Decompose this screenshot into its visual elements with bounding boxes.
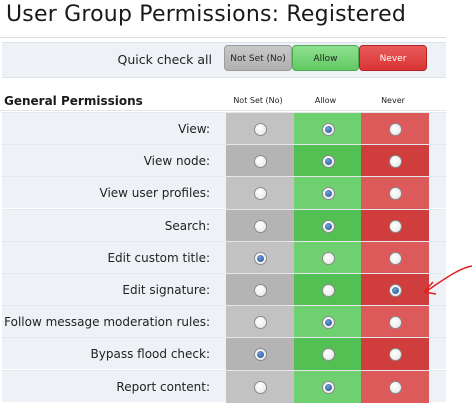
- cell-never: [361, 210, 429, 242]
- permission-label: Report content:: [116, 380, 210, 394]
- permission-row: Edit signature:: [2, 273, 446, 306]
- permission-label: Follow message moderation rules:: [4, 315, 210, 329]
- radio-allow[interactable]: [321, 252, 335, 265]
- radio-allow[interactable]: [321, 381, 335, 394]
- cell-allow: [294, 338, 361, 370]
- cell-never: [361, 177, 429, 209]
- radio-not-set[interactable]: [254, 381, 267, 394]
- radio-allow[interactable]: [321, 284, 335, 297]
- permission-row: View node:: [2, 144, 446, 177]
- cell-allow: [294, 274, 361, 306]
- cell-never: [361, 306, 429, 338]
- cell-allow: [294, 177, 361, 209]
- permission-row: Follow message moderation rules:: [2, 305, 446, 338]
- permission-label: Edit custom title:: [107, 251, 210, 265]
- page-title: User Group Permissions: Registered: [6, 2, 407, 27]
- cell-never: [361, 242, 429, 274]
- permission-row: Report content:: [2, 370, 446, 403]
- radio-not-set[interactable]: [254, 220, 267, 233]
- quick-check-allow-button[interactable]: Allow: [292, 45, 359, 71]
- permission-row: Edit custom title:: [2, 241, 446, 274]
- radio-never[interactable]: [389, 348, 402, 361]
- column-header-allow: Allow: [314, 96, 337, 105]
- cell-not-set: [226, 177, 294, 209]
- radio-not-set[interactable]: [254, 316, 267, 329]
- section-title: General Permissions: [4, 94, 143, 108]
- cell-allow: [294, 371, 361, 403]
- cell-allow: [294, 113, 361, 145]
- cell-never: [361, 145, 429, 177]
- column-header-not-set: Not Set (No): [233, 96, 283, 105]
- radio-not-set[interactable]: [254, 187, 267, 200]
- permission-label: View user profiles:: [99, 186, 210, 200]
- cell-allow: [294, 145, 361, 177]
- cell-never: [361, 113, 429, 145]
- permission-label: View:: [178, 122, 210, 136]
- radio-not-set[interactable]: [254, 123, 267, 136]
- permission-row: Bypass flood check:: [2, 337, 446, 370]
- permission-label: Edit signature:: [122, 283, 210, 297]
- radio-not-set[interactable]: [254, 284, 267, 297]
- cell-never: [361, 274, 429, 306]
- radio-allow[interactable]: [321, 155, 335, 168]
- radio-not-set[interactable]: [254, 155, 267, 168]
- cell-not-set: [226, 113, 294, 145]
- radio-not-set[interactable]: [254, 348, 267, 361]
- permission-label: View node:: [143, 154, 210, 168]
- cell-never: [361, 338, 429, 370]
- radio-never[interactable]: [389, 381, 402, 394]
- radio-never[interactable]: [389, 220, 402, 233]
- permission-label: Search:: [164, 219, 210, 233]
- cell-not-set: [226, 210, 294, 242]
- permission-row: View:: [2, 112, 446, 145]
- column-header-never: Never: [381, 96, 405, 105]
- radio-allow[interactable]: [321, 220, 335, 233]
- quick-check-label: Quick check all: [117, 52, 213, 67]
- radio-never[interactable]: [389, 187, 402, 200]
- radio-allow[interactable]: [321, 123, 335, 136]
- cell-allow: [294, 306, 361, 338]
- cell-not-set: [226, 306, 294, 338]
- radio-allow[interactable]: [321, 187, 335, 200]
- cell-not-set: [226, 338, 294, 370]
- cell-not-set: [226, 145, 294, 177]
- section-divider: [0, 110, 446, 111]
- quick-check-never-button[interactable]: Never: [359, 45, 427, 71]
- radio-never[interactable]: [389, 155, 402, 168]
- radio-allow[interactable]: [321, 348, 335, 361]
- quick-check-not-set-button[interactable]: Not Set (No): [224, 45, 292, 71]
- radio-never[interactable]: [389, 252, 402, 265]
- red-arrow-annotation: [423, 265, 473, 295]
- permission-row: View user profiles:: [2, 176, 446, 209]
- cell-allow: [294, 242, 361, 274]
- cell-never: [361, 371, 429, 403]
- cell-not-set: [226, 242, 294, 274]
- radio-allow[interactable]: [321, 316, 335, 329]
- permission-label: Bypass flood check:: [90, 347, 210, 361]
- cell-allow: [294, 210, 361, 242]
- title-divider: [0, 37, 446, 38]
- radio-not-set[interactable]: [254, 252, 267, 265]
- cell-not-set: [226, 371, 294, 403]
- radio-never[interactable]: [389, 316, 402, 329]
- radio-never[interactable]: [389, 123, 402, 136]
- radio-never[interactable]: [389, 284, 402, 297]
- permission-row: Search:: [2, 209, 446, 242]
- cell-not-set: [226, 274, 294, 306]
